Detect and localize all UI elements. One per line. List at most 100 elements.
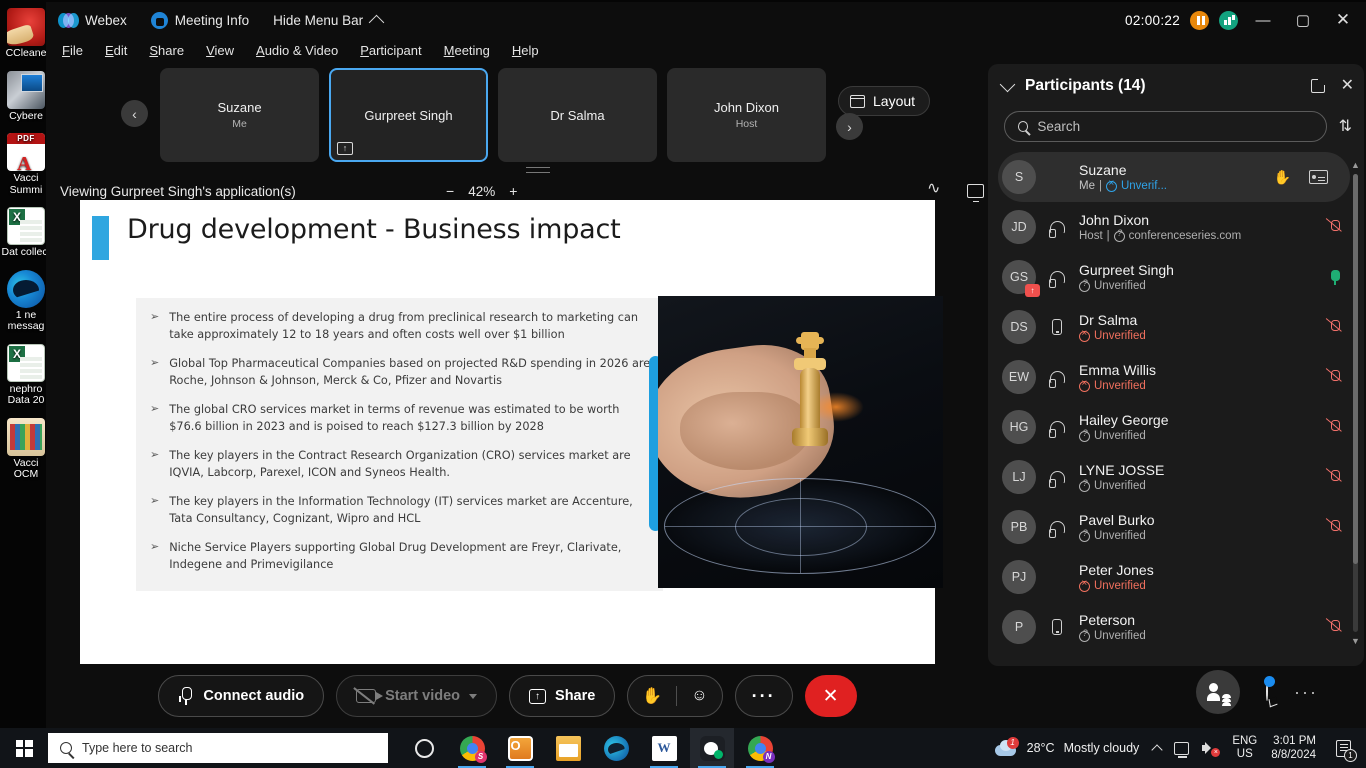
menu-participant[interactable]: Participant — [360, 43, 421, 58]
participants-list[interactable]: S Suzane Me | Unverif... ✋ — [988, 152, 1364, 658]
desktop-icon-vacci-ocm[interactable]: Vacci OCM — [0, 417, 52, 481]
microphone-muted-icon[interactable] — [1327, 619, 1342, 636]
microphone-muted-icon[interactable] — [1327, 469, 1342, 486]
taskbar-search-box[interactable]: Type here to search — [48, 733, 388, 763]
participant-row-john-dixon[interactable]: JD John Dixon Host | conferenceseries.co… — [988, 202, 1364, 252]
scrollbar-thumb[interactable] — [1353, 174, 1358, 564]
video-tile-john-dixon[interactable]: John Dixon Host — [667, 68, 826, 162]
connect-audio-button[interactable]: Connect audio — [158, 675, 325, 717]
participant-name: Peterson — [1079, 612, 1136, 628]
participant-row-emma-willis[interactable]: EW Emma Willis Unverified — [988, 352, 1364, 402]
leave-meeting-button[interactable]: ✕ — [804, 675, 857, 717]
meeting-info-button[interactable]: Meeting Info — [150, 11, 249, 29]
language-indicator[interactable]: ENG US — [1232, 735, 1257, 761]
clock[interactable]: 3:01 PM 8/8/2024 — [1271, 734, 1316, 762]
raise-hand-icon[interactable]: ✋ — [642, 686, 662, 706]
participant-row-peter-jones[interactable]: PJ Peter Jones Unverified — [988, 552, 1364, 602]
more-options-button[interactable]: ··· — [734, 675, 793, 717]
network-icon[interactable] — [1174, 741, 1190, 758]
full-screen-monitor-icon[interactable] — [967, 184, 984, 202]
verification-status: Unverified — [1079, 278, 1146, 292]
zoom-out-button[interactable]: − — [446, 183, 454, 199]
pop-out-icon[interactable] — [1310, 76, 1327, 93]
microphone-muted-icon[interactable] — [1327, 219, 1342, 236]
start-video-button[interactable]: Start video — [336, 675, 498, 717]
strip-next-button[interactable]: › — [836, 113, 863, 140]
desktop-icon-nephro-data[interactable]: nephro Data 20 — [0, 343, 52, 407]
desktop-icon-cybereason[interactable]: Cybere — [0, 70, 52, 123]
annotate-icon[interactable] — [927, 178, 943, 198]
chat-panel-button[interactable] — [1264, 676, 1275, 701]
taskbar-file-explorer-button[interactable] — [546, 728, 590, 768]
participant-row-dr-salma[interactable]: DS Dr Salma Unverified — [988, 302, 1364, 352]
taskbar-edge-button[interactable] — [594, 728, 638, 768]
taskbar-chrome-n-button[interactable]: N — [738, 728, 782, 768]
network-signal-icon[interactable] — [1219, 10, 1238, 30]
volume-muted-icon[interactable]: × — [1202, 741, 1221, 757]
chevron-down-icon[interactable] — [469, 693, 478, 699]
scroll-up-arrow-icon[interactable]: ▲ — [1351, 160, 1360, 170]
zoom-in-button[interactable]: + — [509, 183, 517, 199]
participants-scrollbar[interactable]: ▲ ▼ — [1351, 160, 1360, 646]
reactions-icon[interactable]: ☺ — [691, 687, 707, 705]
strip-resize-grip[interactable] — [526, 167, 550, 173]
close-button[interactable]: ✕ — [1328, 5, 1358, 35]
participant-name: Hailey George — [1079, 412, 1169, 428]
hide-menu-bar-button[interactable]: Hide Menu Bar — [273, 13, 385, 30]
desktop-icon-data-collect[interactable]: Dat collect — [0, 207, 52, 259]
taskbar-outlook-button[interactable] — [498, 728, 542, 768]
zoom-level-value[interactable]: 42% — [468, 184, 495, 199]
menu-audio-video[interactable]: Audio & Video — [256, 43, 338, 58]
microphone-muted-icon[interactable] — [1327, 519, 1342, 536]
taskbar-word-button[interactable]: W — [642, 728, 686, 768]
slide-title: Drug development - Business impact — [127, 214, 621, 245]
participant-row-peterson[interactable]: P Peterson Unverified — [988, 602, 1364, 652]
name-card-icon[interactable] — [1309, 170, 1328, 184]
recording-pause-icon[interactable] — [1190, 10, 1209, 30]
chevron-down-icon[interactable] — [999, 76, 1016, 92]
taskbar-chrome-s-button[interactable]: S — [450, 728, 494, 768]
share-button[interactable]: ↑ Share — [509, 675, 616, 717]
strip-prev-button[interactable]: ‹ — [121, 100, 148, 127]
desktop-icon-new-message[interactable]: 1 ne messag — [0, 269, 52, 333]
microphone-muted-icon[interactable] — [1327, 419, 1342, 436]
menu-help[interactable]: Help — [512, 43, 539, 58]
sort-icon[interactable]: ⇅ — [1339, 116, 1352, 136]
participant-row-suzane[interactable]: S Suzane Me | Unverif... ✋ — [998, 152, 1350, 202]
participants-search-box[interactable] — [1004, 110, 1327, 142]
notification-center-button[interactable]: 1 — [1330, 735, 1357, 762]
menu-meeting[interactable]: Meeting — [444, 43, 490, 58]
taskbar-webex-button[interactable] — [690, 728, 734, 768]
desktop-icon-ccleaner[interactable]: CCleane — [0, 8, 52, 60]
weather-widget[interactable]: 1 28°C Mostly cloudy — [994, 736, 1139, 758]
minimize-button[interactable]: — — [1248, 5, 1278, 35]
close-panel-icon[interactable]: ✕ — [1341, 78, 1354, 94]
video-tile-suzane[interactable]: Suzane Me — [160, 68, 319, 162]
microphone-on-icon[interactable] — [1327, 269, 1342, 286]
video-tile-dr-salma[interactable]: Dr Salma — [498, 68, 657, 162]
shared-screen-stage[interactable]: Drug development - Business impact ➢ The… — [80, 200, 943, 664]
show-hidden-icons-button[interactable] — [1151, 743, 1163, 756]
participant-row-pavel-burko[interactable]: PB Pavel Burko Unverified — [988, 502, 1364, 552]
participant-row-hailey-george[interactable]: HG Hailey George Unverified — [988, 402, 1364, 452]
menu-share[interactable]: Share — [149, 43, 184, 58]
microphone-muted-icon[interactable] — [1327, 319, 1342, 336]
participant-row-gurpreet-singh[interactable]: GS ↑ Gurpreet Singh Unverified — [988, 252, 1364, 302]
layout-button[interactable]: Layout — [838, 86, 931, 116]
verification-status: Unverified — [1079, 628, 1146, 642]
microphone-muted-icon[interactable] — [1327, 369, 1342, 386]
maximize-button[interactable]: ▢ — [1288, 5, 1318, 35]
desktop-icon-vacci-summit[interactable]: PDF A Vacci Summi — [0, 133, 52, 196]
participant-row-lyne-josse[interactable]: LJ LYNE JOSSE Unverified — [988, 452, 1364, 502]
panel-more-button[interactable]: ··· — [1294, 682, 1318, 703]
raise-hand-icon[interactable]: ✋ — [1274, 169, 1291, 186]
participants-panel-button[interactable] — [1196, 670, 1240, 714]
search-input[interactable] — [1037, 118, 1313, 134]
menu-edit[interactable]: Edit — [105, 43, 127, 58]
video-tile-gurpreet-singh[interactable]: Gurpreet Singh — [329, 68, 488, 162]
start-button[interactable] — [0, 728, 48, 768]
menu-file[interactable]: File — [62, 43, 83, 58]
taskbar-cortana-button[interactable] — [402, 728, 446, 768]
scroll-down-arrow-icon[interactable]: ▼ — [1351, 636, 1360, 646]
menu-view[interactable]: View — [206, 43, 234, 58]
